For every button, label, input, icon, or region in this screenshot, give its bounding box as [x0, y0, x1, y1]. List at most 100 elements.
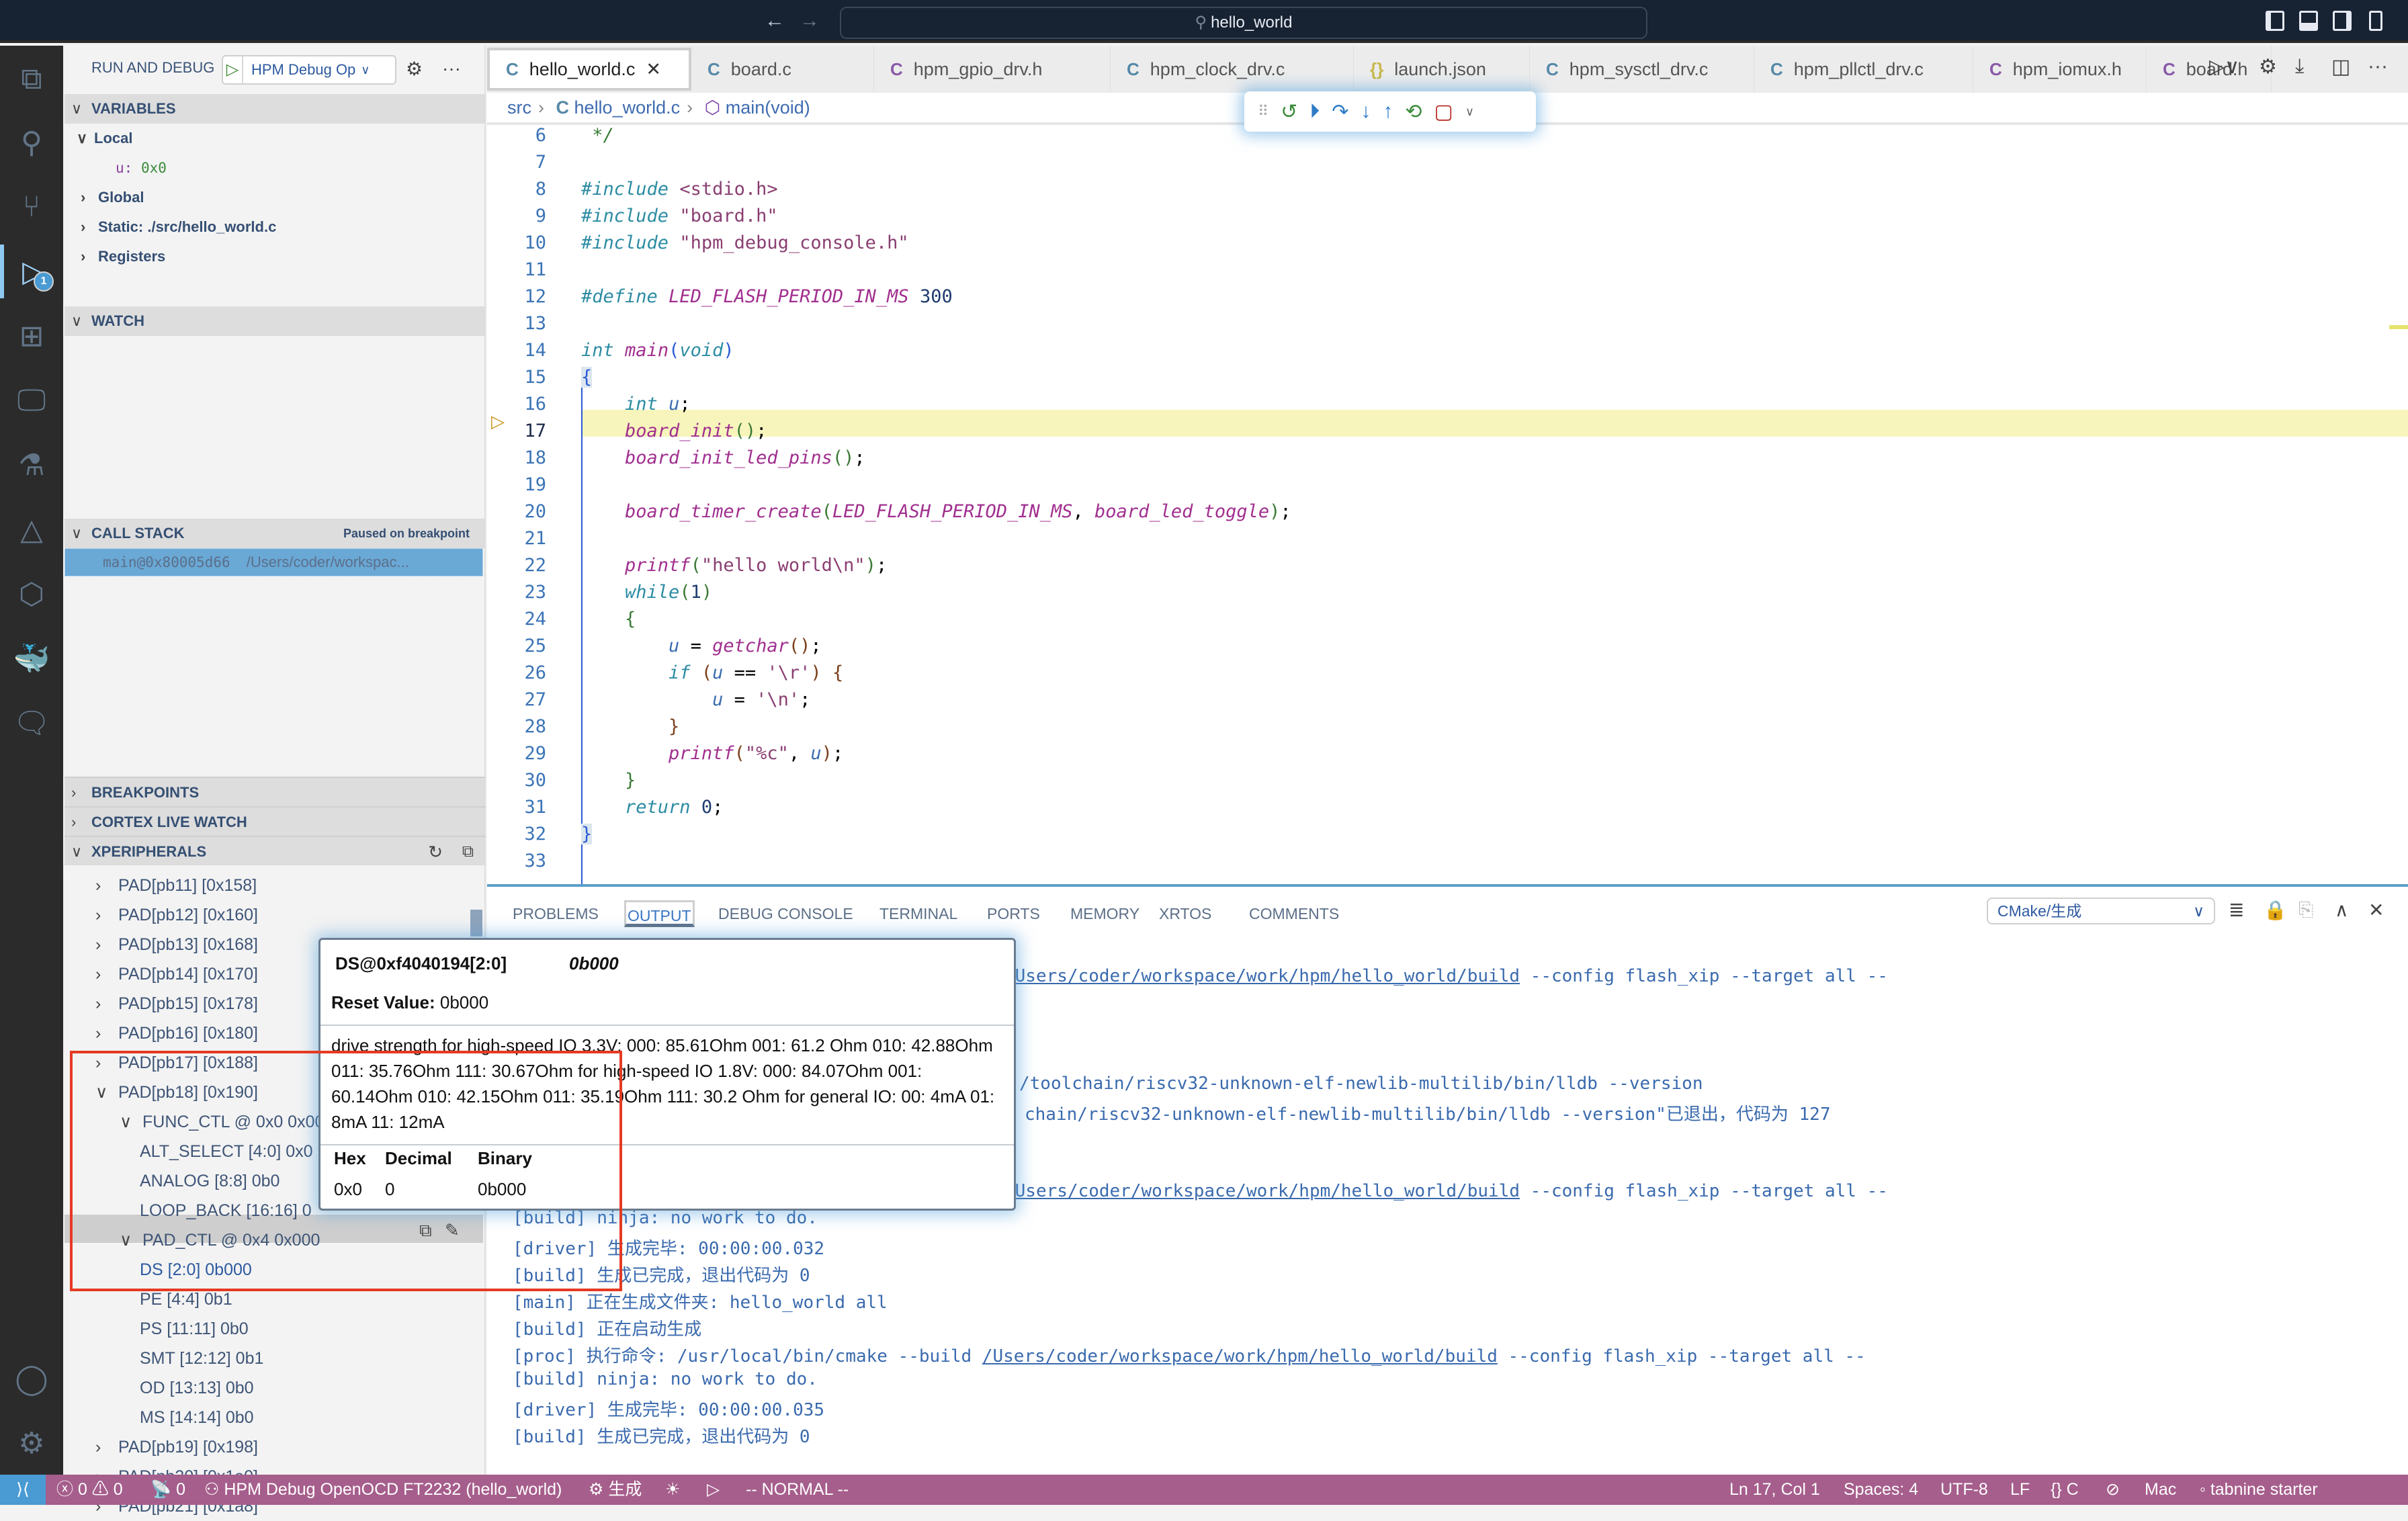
stop-icon[interactable]: ▢ — [1434, 100, 1453, 124]
command-center-search[interactable]: ⚲ hello_world — [840, 7, 1647, 39]
tabnine-status[interactable]: ◦ tabnine starter — [2200, 1475, 2318, 1505]
tab-launch-json[interactable]: {} launch.json — [1354, 46, 1530, 93]
encoding[interactable]: UTF-8 — [1940, 1475, 1988, 1505]
breakpoint-paused-icon[interactable]: ▷ — [491, 411, 505, 432]
peripheral-pad[interactable]: › PAD[pb17] [0x188] — [95, 1048, 258, 1078]
peripheral-pad[interactable]: › PAD[pb16] [0x180] — [95, 1018, 258, 1048]
problems-indicator[interactable]: ⓧ 0 ⚠ 0 — [56, 1475, 123, 1505]
copy-value-icon[interactable]: ⧉ — [419, 1220, 432, 1242]
tab-hello-world-c[interactable]: Chello_world.c ✕ — [487, 48, 691, 91]
accounts-icon[interactable]: ◯ — [0, 1352, 63, 1405]
output-path-link[interactable]: /Users/coder/workspace/work/hpm/hello_wo… — [1004, 966, 1520, 986]
register-field[interactable]: PS [11:11] 0b0 — [140, 1314, 249, 1344]
output-path-link[interactable]: /Users/coder/workspace/work/hpm/hello_wo… — [982, 1346, 1498, 1366]
panel-tab-comments[interactable]: COMMENTS — [1249, 900, 1339, 927]
variable-u[interactable]: u: 0x0 — [116, 153, 167, 183]
tree-item-static[interactable]: › Static: ./src/hello_world.c — [81, 212, 276, 242]
peripheral-pad-expanded[interactable]: ∨ PAD[pb18] [0x190] — [95, 1078, 258, 1107]
split-editor-icon[interactable]: ◫ — [2331, 55, 2350, 79]
peripheral-pad[interactable]: › PAD[pb11] [0x158] — [95, 871, 257, 900]
peripheral-pad[interactable]: › PAD[pb19] [0x198] — [95, 1432, 258, 1462]
indentation[interactable]: Spaces: 4 — [1844, 1475, 1918, 1505]
debug-bug-icon[interactable]: ☀ — [665, 1475, 680, 1505]
platform[interactable]: Mac — [2145, 1475, 2176, 1505]
register-field[interactable]: MS [14:14] 0b0 — [140, 1403, 254, 1432]
ports-indicator[interactable]: 📡 0 — [150, 1475, 185, 1505]
panel-tab-output[interactable]: OUTPUT — [624, 900, 695, 927]
cmake-icon[interactable]: ⬡ — [0, 567, 63, 621]
forward-arrow-icon[interactable]: → — [800, 9, 820, 32]
run-icon[interactable]: ▷ — [707, 1475, 720, 1505]
more-actions-icon[interactable]: ··· — [442, 58, 461, 79]
restart-icon[interactable]: ⟲ — [1405, 100, 1422, 124]
output-channel-select[interactable]: CMake/生成 ∨ — [1987, 898, 2215, 924]
settings-gear-icon[interactable]: ⚙ — [2259, 55, 2277, 79]
code-editor[interactable]: 6 7 8 9 10 11 12 13 14 15 16 17 18 19 20 21 22 23 24 25 26 27… — [487, 125, 2408, 959]
output-path-link[interactable]: /Users/coder/workspace/work/hpm/hello_wo… — [1004, 1181, 1520, 1201]
chevron-down-icon[interactable]: ∨ — [1465, 105, 1474, 119]
breadcrumb-file[interactable]: hello_world.c — [574, 97, 681, 118]
refresh-icon[interactable]: ↻ — [428, 837, 443, 867]
close-tab-icon[interactable]: ✕ — [646, 59, 661, 80]
extensions-icon[interactable]: ⊞ — [0, 309, 63, 363]
search-icon[interactable]: ⚲ — [0, 116, 63, 169]
peripheral-pad[interactable]: › PAD[pb14] [0x170] — [95, 959, 258, 989]
tree-item-registers[interactable]: › Registers — [81, 242, 165, 271]
breadcrumb-symbol[interactable]: main(void) — [726, 97, 810, 118]
start-debugging-icon[interactable]: ▷ — [223, 56, 243, 83]
step-over-icon[interactable]: ↷ — [1332, 100, 1348, 124]
continue-icon[interactable]: ⏵ — [1309, 100, 1320, 123]
register-field[interactable]: LOOP_BACK [16:16] 0 — [140, 1196, 312, 1225]
maximize-panel-icon[interactable]: ∧ — [2335, 899, 2349, 921]
register-field[interactable]: DS [2:0] 0b000 — [140, 1255, 252, 1285]
language-mode[interactable]: {} C — [2051, 1475, 2079, 1505]
register-field[interactable]: OD [13:13] 0b0 — [140, 1373, 254, 1403]
register-field[interactable]: SMT [12:12] 0b1 — [140, 1344, 263, 1373]
tab-hpm-sysctl-drv-c[interactable]: Chpm_sysctl_drv.c — [1530, 46, 1754, 93]
tab-hpm-iomux-h[interactable]: Chpm_iomux.h — [1973, 46, 2147, 93]
explorer-icon[interactable]: ⧉ — [0, 52, 63, 106]
toggle-primary-sidebar-icon[interactable] — [2266, 11, 2284, 31]
step-into-icon[interactable]: ↓ — [1361, 100, 1371, 123]
panel-tab-xrtos[interactable]: XRTOS — [1159, 900, 1211, 927]
call-stack-frame[interactable]: main@0x80005d66 /Users/coder/workspac... — [64, 548, 483, 576]
variables-section-header[interactable]: ∨ VARIABLES — [64, 94, 486, 124]
register-func-ctl[interactable]: ∨ FUNC_CTL @ 0x0 0x00 — [120, 1107, 324, 1137]
remote-explorer-icon[interactable]: 🖵 — [0, 374, 63, 427]
run-debug-dropdown-icon[interactable]: ▷∨ — [2209, 55, 2239, 79]
tree-item-global[interactable]: › Global — [81, 183, 144, 212]
cortex-live-watch-section-header[interactable]: › CORTEX LIVE WATCH — [64, 806, 486, 836]
collapse-all-icon[interactable]: ⧉ — [462, 837, 474, 867]
tab-hpm-gpio-drv-h[interactable]: Chpm_gpio_drv.h — [874, 46, 1111, 93]
tree-item-local[interactable]: ∨ Local — [77, 124, 132, 153]
register-field[interactable]: PE [4:4] 0b1 — [140, 1285, 232, 1314]
open-in-editor-icon[interactable]: ⎘ — [2298, 899, 2313, 921]
step-out-icon[interactable]: ↑ — [1383, 100, 1393, 123]
clear-output-icon[interactable]: ≣ — [2229, 899, 2244, 921]
tab-board-c[interactable]: Cboard.c — [691, 46, 874, 93]
launch-config-select[interactable]: ▷ HPM Debug Op ∨ — [222, 55, 396, 85]
register-pad-ctl[interactable]: ∨ PAD_CTL @ 0x4 0x000 — [120, 1225, 320, 1255]
manage-gear-icon[interactable]: ⚙ — [0, 1416, 63, 1470]
register-field[interactable]: ANALOG [8:8] 0b0 — [140, 1166, 280, 1196]
cursor-position[interactable]: Ln 17, Col 1 — [1729, 1475, 1820, 1505]
download-icon[interactable]: ⤓ — [2295, 55, 2304, 78]
restart-frame-icon[interactable]: ↺ — [1281, 100, 1297, 124]
lock-scroll-icon[interactable]: 🔒 — [2264, 899, 2287, 921]
peripheral-pad[interactable]: › PAD[pb12] [0x160] — [95, 900, 258, 930]
panel-tab-ports[interactable]: PORTS — [987, 900, 1040, 927]
tab-hpm-clock-drv-c[interactable]: Chpm_clock_drv.c — [1111, 46, 1354, 93]
peripheral-pad[interactable]: › PAD[pb15] [0x178] — [95, 989, 258, 1018]
remote-indicator-icon[interactable]: ⟩⟨ — [0, 1475, 46, 1505]
breadcrumb-src[interactable]: src — [507, 97, 531, 118]
run-and-debug-icon[interactable]: ▷ 1 — [0, 245, 63, 298]
build-button[interactable]: ⚙ 生成 — [589, 1475, 642, 1505]
testing-icon[interactable]: ⚗ — [0, 438, 63, 492]
panel-tab-problems[interactable]: PROBLEMS — [513, 900, 599, 927]
tab-hpm-pllctl-drv-c[interactable]: Chpm_pllctl_drv.c — [1754, 46, 1973, 93]
customize-layout-icon[interactable] — [2369, 11, 2382, 31]
end-of-line[interactable]: LF — [2010, 1475, 2030, 1505]
breakpoints-section-header[interactable]: › BREAKPOINTS — [64, 777, 486, 806]
toggle-panel-icon[interactable] — [2299, 11, 2318, 31]
xperipherals-section-header[interactable]: ∨ XPERIPHERALS ↻ ⧉ — [64, 836, 486, 865]
